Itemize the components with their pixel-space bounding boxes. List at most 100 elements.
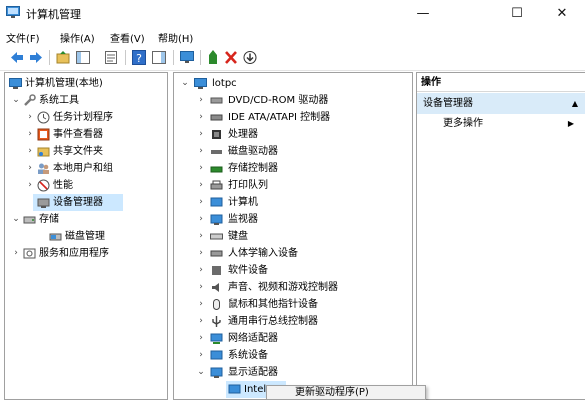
event-viewer-icon bbox=[37, 128, 50, 141]
show-hide-tree-icon[interactable] bbox=[74, 49, 92, 66]
chevron-right-icon[interactable]: › bbox=[196, 194, 206, 211]
chevron-right-icon[interactable]: › bbox=[196, 143, 206, 160]
chevron-right-icon[interactable]: › bbox=[196, 262, 206, 279]
chevron-right-icon[interactable]: › bbox=[25, 160, 35, 177]
chevron-right-icon[interactable]: › bbox=[196, 228, 206, 245]
device-category[interactable]: › 通用串行总线控制器 bbox=[176, 313, 412, 330]
chevron-right-icon[interactable]: › bbox=[196, 347, 206, 364]
collapse-up-icon[interactable]: ▲ bbox=[572, 93, 578, 114]
chevron-right-icon[interactable]: › bbox=[25, 143, 35, 160]
title-bar: 计算机管理 — ☐ ✕ bbox=[0, 0, 585, 27]
tree-item-performance[interactable]: › 性能 bbox=[7, 177, 167, 194]
minimize-button[interactable]: — bbox=[400, 0, 446, 27]
tree-item-local-users[interactable]: › 本地用户和组 bbox=[7, 160, 167, 177]
display-adapter-icon bbox=[228, 384, 241, 394]
device-category[interactable]: › 处理器 bbox=[176, 126, 412, 143]
tree-item-task-scheduler[interactable]: › 任务计划程序 bbox=[7, 109, 167, 126]
back-arrow-icon[interactable] bbox=[8, 49, 26, 66]
chevron-right-icon[interactable]: › bbox=[196, 160, 206, 177]
submenu-arrow-icon: ▶ bbox=[567, 119, 574, 128]
chevron-down-icon[interactable]: ⌄ bbox=[11, 92, 21, 109]
users-icon bbox=[38, 163, 49, 174]
device-category[interactable]: › IDE ATA/ATAPI 控制器 bbox=[176, 109, 412, 126]
device-category[interactable]: › 打印队列 bbox=[176, 177, 412, 194]
device-category-label: 软件设备 bbox=[228, 265, 268, 276]
chevron-right-icon[interactable]: › bbox=[196, 109, 206, 126]
maximize-button[interactable]: ☐ bbox=[494, 0, 540, 27]
system-device-icon bbox=[210, 350, 223, 360]
device-category[interactable]: › 监视器 bbox=[176, 211, 412, 228]
tree-item-shared-folders[interactable]: › 共享文件夹 bbox=[7, 143, 167, 160]
chevron-down-icon[interactable]: ⌄ bbox=[196, 364, 206, 381]
chevron-right-icon[interactable]: › bbox=[196, 92, 206, 109]
device-category[interactable]: › 人体学输入设备 bbox=[176, 245, 412, 262]
context-menu-update-driver[interactable]: 更新驱动程序(P) bbox=[295, 387, 369, 398]
actions-header: 操作 bbox=[417, 73, 585, 92]
device-category[interactable]: › 鼠标和其他指针设备 bbox=[176, 296, 412, 313]
tree-item-system-tools[interactable]: ⌄ 系统工具 bbox=[7, 92, 167, 109]
device-category-label: 键盘 bbox=[228, 231, 248, 242]
chevron-right-icon[interactable]: › bbox=[196, 279, 206, 296]
more-actions-item[interactable]: 更多操作 ▶ bbox=[417, 115, 585, 133]
software-device-icon bbox=[212, 266, 221, 275]
chevron-right-icon[interactable]: › bbox=[11, 245, 21, 262]
device-category[interactable]: › 软件设备 bbox=[176, 262, 412, 279]
clock-icon bbox=[37, 111, 50, 124]
device-category[interactable]: › 计算机 bbox=[176, 194, 412, 211]
uninstall-x-icon[interactable] bbox=[222, 49, 240, 66]
menu-file[interactable]: 文件(F) bbox=[6, 30, 40, 45]
tree-item-label: 服务和应用程序 bbox=[39, 248, 109, 259]
device-category[interactable]: › DVD/CD-ROM 驱动器 bbox=[176, 92, 412, 109]
tree-item-storage[interactable]: ⌄ 存储 bbox=[7, 211, 167, 228]
menu-bar: 文件(F) 操作(A) 查看(V) 帮助(H) bbox=[0, 27, 585, 45]
device-category[interactable]: › 键盘 bbox=[176, 228, 412, 245]
chevron-right-icon[interactable]: › bbox=[196, 296, 206, 313]
tree-item-disk-management[interactable]: 磁盘管理 bbox=[7, 228, 167, 245]
device-item-label: Intel bbox=[244, 384, 267, 395]
chevron-right-icon[interactable]: › bbox=[25, 109, 35, 126]
computer-management-icon bbox=[9, 78, 22, 89]
forward-arrow-icon[interactable] bbox=[27, 49, 45, 66]
update-driver-icon[interactable] bbox=[204, 49, 222, 66]
device-category[interactable]: › 存储控制器 bbox=[176, 160, 412, 177]
computer-management-window: 计算机管理 — ☐ ✕ 文件(F) 操作(A) 查看(V) 帮助(H) ? 计算… bbox=[0, 0, 585, 400]
close-button[interactable]: ✕ bbox=[539, 0, 585, 27]
properties-icon[interactable] bbox=[102, 49, 120, 66]
device-category-label: 处理器 bbox=[228, 129, 258, 140]
device-tree-root[interactable]: ⌄ lotpc bbox=[176, 75, 412, 92]
monitor-icon[interactable] bbox=[178, 49, 196, 66]
dvd-drive-icon bbox=[210, 97, 223, 104]
chevron-down-icon[interactable]: ⌄ bbox=[180, 75, 190, 92]
chevron-right-icon[interactable]: › bbox=[196, 313, 206, 330]
device-category[interactable]: › 磁盘驱动器 bbox=[176, 143, 412, 160]
device-category[interactable]: › 系统设备 bbox=[176, 347, 412, 364]
help-icon[interactable]: ? bbox=[130, 49, 148, 66]
up-folder-icon[interactable] bbox=[54, 49, 72, 66]
menu-action[interactable]: 操作(A) bbox=[60, 30, 95, 45]
actions-section-device-manager[interactable]: 设备管理器 ▲ bbox=[417, 93, 585, 114]
chevron-right-icon[interactable]: › bbox=[25, 177, 35, 194]
menu-view[interactable]: 查看(V) bbox=[110, 30, 145, 45]
chevron-right-icon[interactable]: › bbox=[196, 330, 206, 347]
enable-device-icon[interactable] bbox=[241, 49, 259, 66]
chevron-right-icon[interactable]: › bbox=[196, 177, 206, 194]
show-hide-action-pane-icon[interactable] bbox=[150, 49, 168, 66]
chevron-right-icon[interactable]: › bbox=[196, 211, 206, 228]
device-category-display-adapters[interactable]: ⌄ 显示适配器 bbox=[176, 364, 412, 381]
more-actions-label: 更多操作 bbox=[443, 118, 483, 129]
display-adapter-icon bbox=[210, 367, 223, 378]
toolbar: ? bbox=[0, 45, 585, 71]
menu-help[interactable]: 帮助(H) bbox=[158, 30, 193, 45]
chevron-right-icon[interactable]: › bbox=[25, 126, 35, 143]
device-category[interactable]: › 网络适配器 bbox=[176, 330, 412, 347]
chevron-right-icon[interactable]: › bbox=[196, 245, 206, 262]
tree-item-label: 任务计划程序 bbox=[53, 112, 113, 123]
tree-item-computer-management[interactable]: 计算机管理(本地) bbox=[7, 75, 167, 92]
tree-item-event-viewer[interactable]: › 事件查看器 bbox=[7, 126, 167, 143]
actions-section-label: 设备管理器 bbox=[423, 98, 473, 109]
tree-item-services-apps[interactable]: › 服务和应用程序 bbox=[7, 245, 167, 262]
chevron-right-icon[interactable]: › bbox=[196, 126, 206, 143]
chevron-down-icon[interactable]: ⌄ bbox=[11, 211, 21, 228]
tree-item-device-manager[interactable]: 设备管理器 bbox=[33, 194, 123, 211]
device-category[interactable]: › 声音、视频和游戏控制器 bbox=[176, 279, 412, 296]
